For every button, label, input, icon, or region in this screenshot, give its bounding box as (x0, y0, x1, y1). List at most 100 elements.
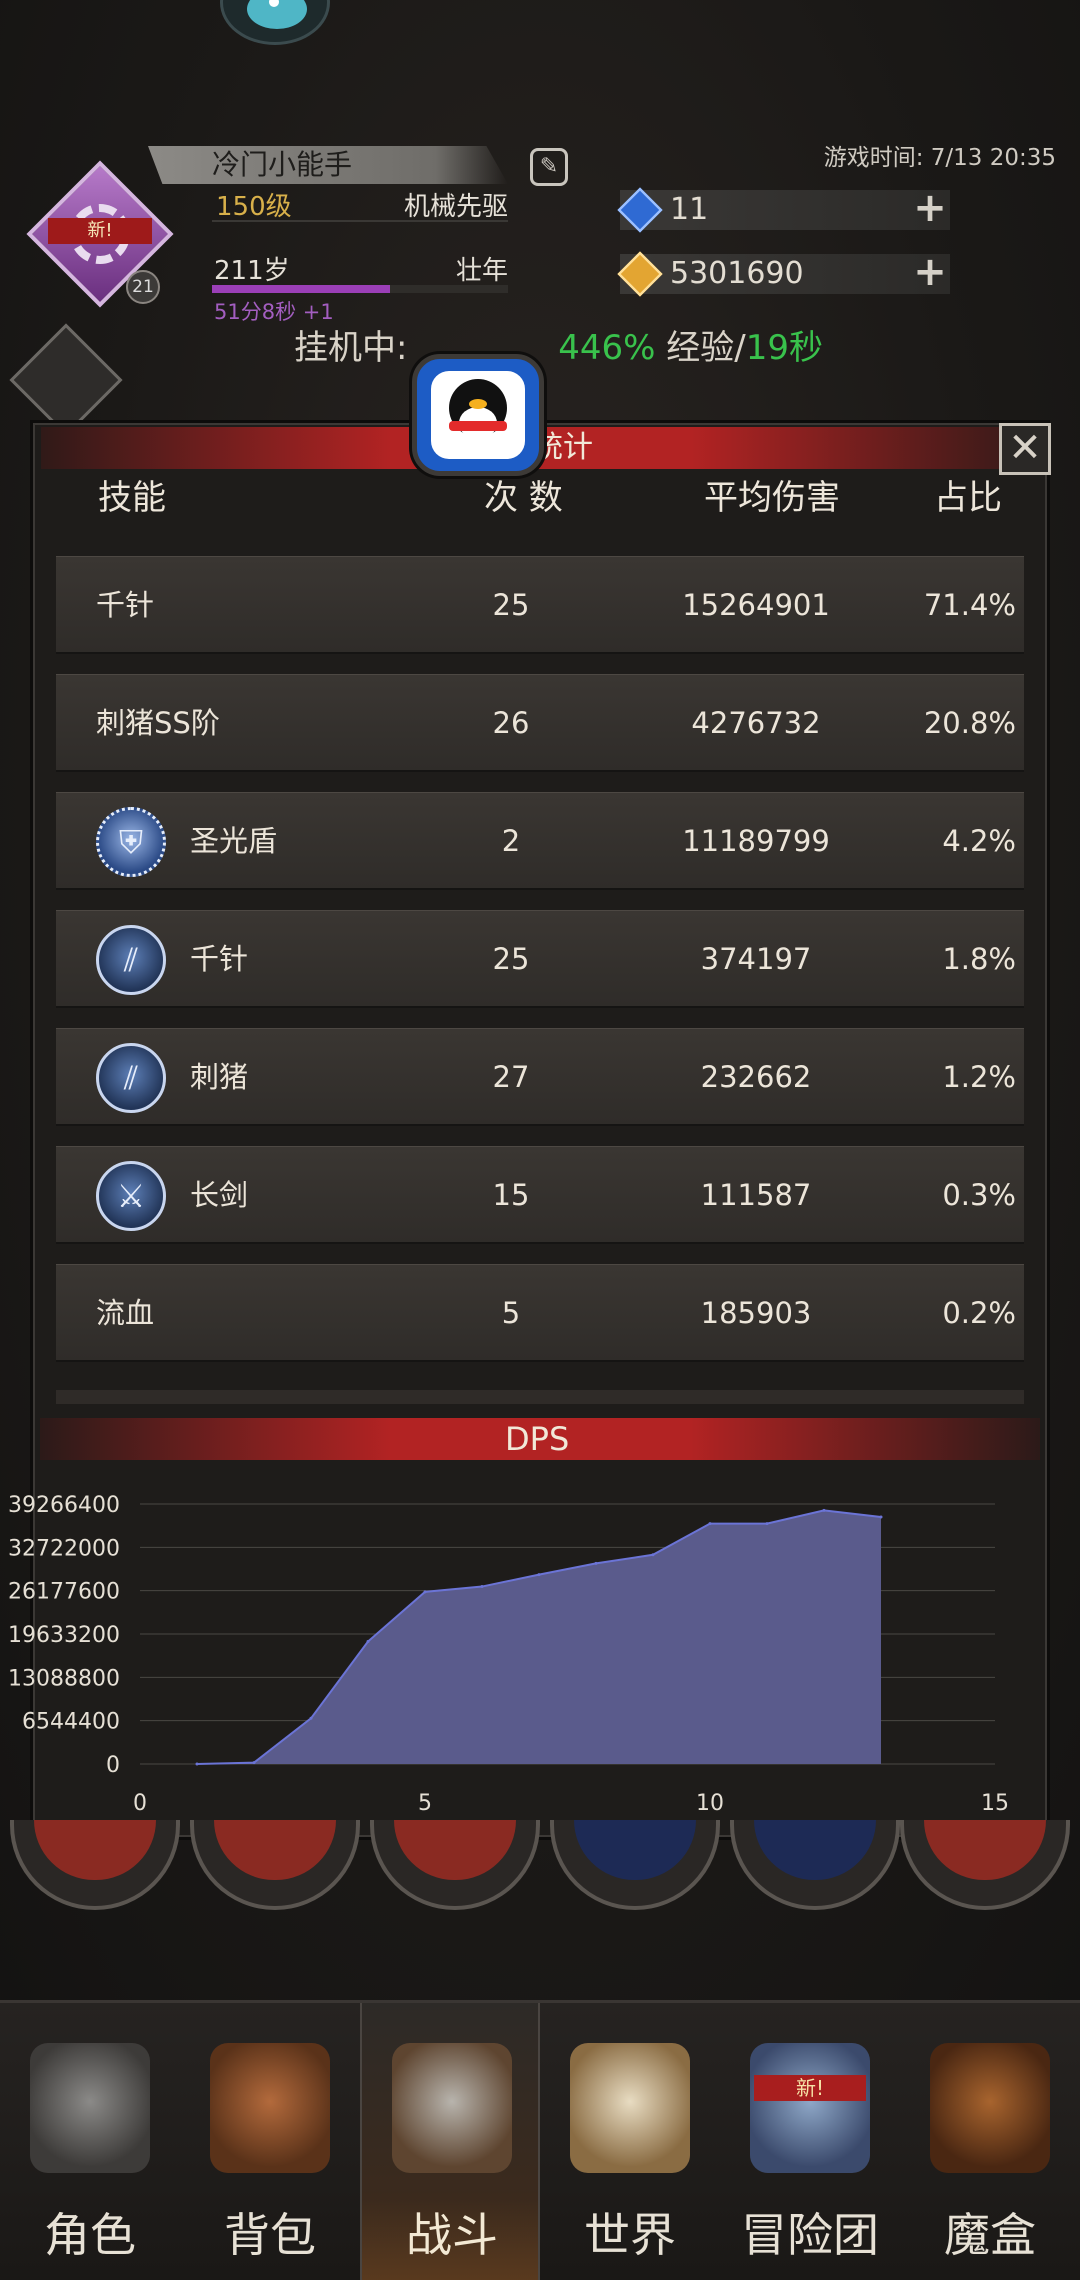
nav-label: 冒险团 (741, 2208, 879, 2262)
skill-avg: 4276732 (691, 706, 821, 740)
skill-name: 长剑 (190, 1178, 249, 1212)
close-button[interactable]: ✕ (999, 423, 1051, 475)
skill-slot-inner (34, 1820, 156, 1880)
table-row[interactable]: 刺猪SS阶 26 4276732 20.8% (56, 674, 1024, 770)
new-flag: 新! (754, 2075, 866, 2101)
age-progress-fill (212, 285, 390, 293)
skill-slot[interactable] (190, 1820, 360, 1910)
nav-label: 角色 (44, 2208, 136, 2262)
dps-point (822, 1508, 826, 1512)
nav-character[interactable]: 角色 (0, 2003, 180, 2280)
skill-count: 26 (492, 706, 530, 740)
skill-count: 15 (492, 1178, 530, 1212)
idle-percent: 446% (558, 328, 656, 368)
y-tick-label: 39266400 (8, 1493, 120, 1518)
skill-pct: 1.8% (942, 942, 1016, 976)
skill-name: 圣光盾 (190, 824, 278, 858)
idle-exp-label: 经验/ (666, 328, 746, 368)
diamond-value: 11 (670, 192, 709, 227)
skill-slot-inner (394, 1820, 516, 1880)
dps-point (594, 1561, 598, 1565)
nav-guild[interactable]: 新! 冒险团 (720, 2003, 900, 2280)
nav-label: 背包 (224, 2208, 316, 2262)
dps-chart: 0 6544400 13088800 19633200 26177600 32722000… (8, 1493, 1009, 1816)
dps-point (366, 1640, 370, 1644)
skill-slot[interactable] (370, 1820, 540, 1910)
table-row[interactable]: ⛨ 圣光盾 2 11189799 4.2% (56, 792, 1024, 888)
skill-pct: 0.3% (942, 1178, 1016, 1212)
add-diamond-icon[interactable]: + (910, 188, 950, 230)
skill-slot[interactable] (550, 1820, 720, 1910)
nav-backpack[interactable]: 背包 (180, 2003, 360, 2280)
magic-box-icon (930, 2043, 1050, 2173)
backpack-icon (210, 2043, 330, 2173)
y-tick-label: 6544400 (22, 1710, 120, 1735)
edit-name-icon[interactable]: ✎ (530, 148, 568, 186)
skill-pct: 71.4% (923, 588, 1016, 622)
skill-slot[interactable] (10, 1820, 180, 1910)
x-tick-label: 15 (981, 1791, 1009, 1816)
dps-point (309, 1716, 313, 1720)
dps-point (480, 1585, 484, 1589)
helmet-icon (30, 2043, 150, 2173)
skill-pct: 4.2% (942, 824, 1016, 858)
add-gold-icon[interactable]: + (910, 252, 950, 294)
table-row[interactable]: 流血 5 185903 0.2% (56, 1264, 1024, 1360)
x-tick-label: 10 (696, 1791, 724, 1816)
qq-floating-icon[interactable] (412, 354, 544, 476)
skill-slot-inner (924, 1820, 1046, 1880)
dps-point (252, 1761, 256, 1765)
skill-pct: 1.2% (942, 1060, 1016, 1094)
y-tick-label: 13088800 (8, 1666, 120, 1691)
diamond-counter: 11 (620, 190, 950, 230)
new-tag: 新! (48, 218, 152, 244)
shield-skill-icon: ⛨ (96, 807, 166, 877)
nav-magic-box[interactable]: 魔盒 (900, 2003, 1080, 2280)
game-time: 游戏时间: 7/13 20:35 (823, 145, 1056, 171)
skill-pct: 20.8% (923, 706, 1016, 740)
player-class: 机械先驱 (403, 192, 508, 222)
sword-skill-icon: ⚔ (96, 1161, 166, 1231)
nav-label: 世界 (584, 2208, 676, 2262)
y-tick-label: 0 (106, 1753, 120, 1778)
skill-slot-inner (574, 1820, 696, 1880)
player-age: 211岁 (214, 256, 290, 286)
x-tick-label: 5 (418, 1791, 432, 1816)
class-badge[interactable]: 新! 21 (26, 160, 174, 308)
skill-count: 25 (492, 942, 530, 976)
skill-avg: 15264901 (682, 588, 830, 622)
table-row[interactable]: ⫽ 千针 25 374197 1.8% (56, 910, 1024, 1006)
skill-name: 刺猪 (190, 1060, 249, 1094)
skill-slot[interactable] (900, 1820, 1070, 1910)
column-skill: 技能 (98, 478, 166, 518)
skill-avg: 11189799 (682, 824, 830, 858)
skill-avg: 185903 (700, 1296, 812, 1330)
table-row[interactable]: ⫽ 刺猪 27 232662 1.2% (56, 1028, 1024, 1124)
idle-prefix: 挂机中: (294, 328, 408, 368)
player-name: 冷门小能手 (148, 146, 508, 184)
age-progress-bar (212, 285, 508, 293)
player-level: 150级 (216, 192, 292, 222)
skill-name: 千针 (190, 942, 249, 976)
x-tick-label: 0 (133, 1791, 147, 1816)
skill-name: 流血 (96, 1296, 155, 1330)
skill-slot-inner (754, 1820, 876, 1880)
table-row[interactable]: ⚔ 长剑 15 111587 0.3% (56, 1146, 1024, 1242)
y-tick-label: 19633200 (8, 1623, 120, 1648)
skill-slot[interactable] (730, 1820, 900, 1910)
skill-pct: 0.2% (942, 1296, 1016, 1330)
skill-slot-inner (214, 1820, 336, 1880)
qq-penguin-scarf (449, 421, 507, 431)
age-row: 211岁 壮年 (212, 250, 508, 286)
castle-icon (750, 2043, 870, 2173)
level-row: 150级 机械先驱 (212, 186, 508, 222)
skill-name: 千针 (96, 588, 155, 622)
nav-battle[interactable]: 战斗 (360, 2003, 540, 2280)
nav-world[interactable]: 世界 (540, 2003, 720, 2280)
dps-point (423, 1590, 427, 1594)
skill-slot-row (0, 1820, 1080, 1920)
bottom-nav: 角色 背包 战斗 世界 新! 冒险团 魔盒 (0, 2000, 1080, 2280)
table-row[interactable]: 千针 25 15264901 71.4% (56, 556, 1024, 652)
y-tick-label: 32722000 (8, 1536, 120, 1561)
dps-point (708, 1522, 712, 1526)
